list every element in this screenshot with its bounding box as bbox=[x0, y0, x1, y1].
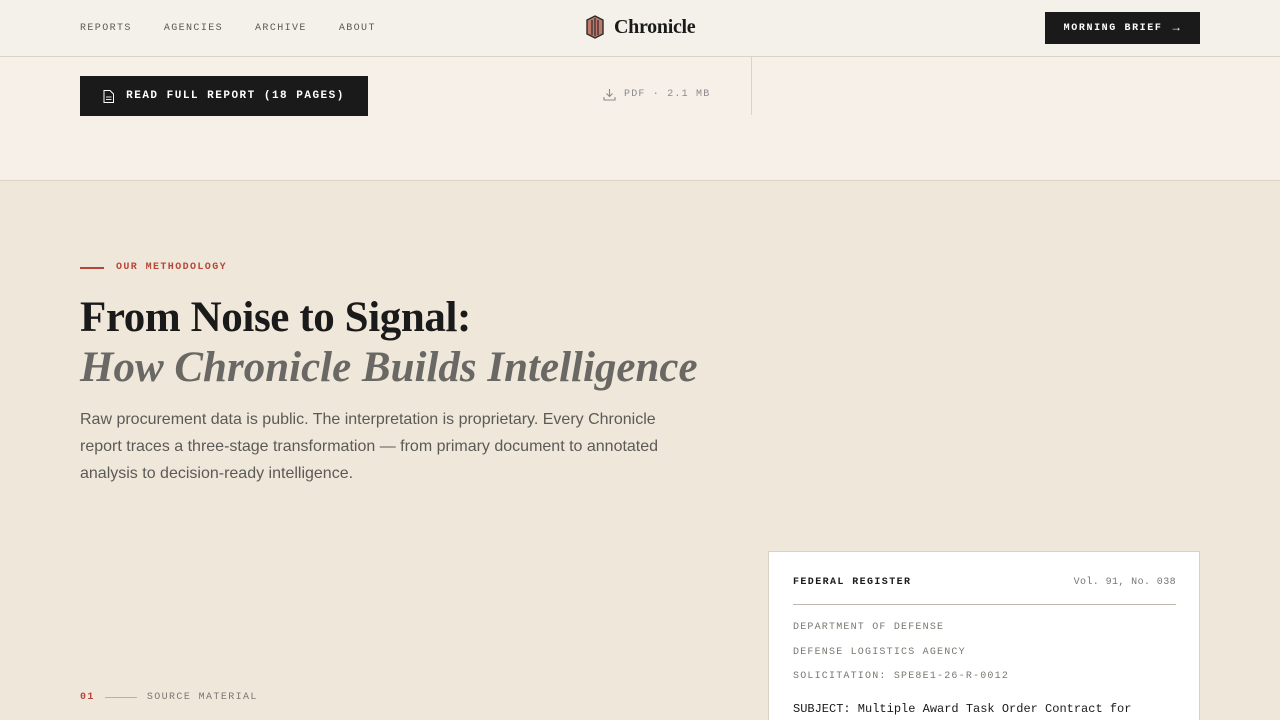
card-solicitation: SOLICITATION: SPE8E1-26-R-0012 bbox=[793, 671, 1010, 682]
federal-register-card: FEDERAL REGISTER Vol. 91, No. 038 DEPART… bbox=[768, 551, 1200, 720]
brand-logo[interactable]: Chronicle bbox=[586, 15, 696, 39]
step-divider bbox=[104, 697, 137, 698]
card-subject: SUBJECT: Multiple Award Task Order Contr… bbox=[793, 702, 1132, 716]
nav-reports[interactable]: REPORTS bbox=[80, 23, 132, 34]
morning-brief-button[interactable]: MORNING BRIEF → bbox=[1045, 12, 1200, 44]
read-full-report-label: READ FULL REPORT (18 PAGES) bbox=[126, 90, 345, 102]
card-title: FEDERAL REGISTER bbox=[793, 577, 912, 588]
report-actions-band: READ FULL REPORT (18 PAGES) PDF · 2.1 MB bbox=[0, 57, 1280, 181]
document-icon bbox=[103, 89, 115, 103]
methodology-lead: Raw procurement data is public. The inte… bbox=[80, 411, 659, 482]
pdf-download[interactable]: PDF · 2.1 MB bbox=[603, 88, 710, 101]
card-agency: DEFENSE LOGISTICS AGENCY bbox=[793, 647, 966, 658]
card-header: FEDERAL REGISTER Vol. 91, No. 038 bbox=[793, 577, 1176, 588]
vertical-divider bbox=[751, 57, 752, 115]
methodology-title: From Noise to Signal: bbox=[80, 294, 471, 341]
step-label: SOURCE MATERIAL bbox=[146, 692, 258, 703]
main-nav: REPORTS AGENCIES ARCHIVE ABOUT bbox=[80, 0, 408, 56]
step-source-material: 01 SOURCE MATERIAL bbox=[80, 692, 258, 703]
site-header: REPORTS AGENCIES ARCHIVE ABOUT Chronicle… bbox=[0, 0, 1280, 57]
nav-about[interactable]: ABOUT bbox=[339, 23, 376, 34]
methodology-subtitle: How Chronicle Builds Intelligence bbox=[80, 344, 698, 391]
morning-brief-label: MORNING BRIEF bbox=[1063, 22, 1163, 34]
pdf-meta-label: PDF · 2.1 MB bbox=[624, 89, 711, 100]
methodology-eyebrow: OUR METHODOLOGY bbox=[80, 262, 227, 273]
read-full-report-button[interactable]: READ FULL REPORT (18 PAGES) bbox=[80, 76, 368, 116]
download-icon bbox=[603, 89, 616, 101]
arrow-right-icon: → bbox=[1172, 21, 1182, 35]
card-department: DEPARTMENT OF DEFENSE bbox=[793, 622, 945, 633]
eyebrow-label: OUR METHODOLOGY bbox=[116, 262, 228, 273]
nav-agencies[interactable]: AGENCIES bbox=[164, 23, 223, 34]
nav-archive[interactable]: ARCHIVE bbox=[255, 23, 307, 34]
brand-name: Chronicle bbox=[614, 15, 696, 38]
card-divider bbox=[793, 604, 1176, 605]
chronicle-logo-icon bbox=[586, 15, 604, 39]
card-volume: Vol. 91, No. 038 bbox=[1073, 577, 1176, 588]
step-number: 01 bbox=[80, 692, 95, 703]
eyebrow-accent-bar bbox=[80, 266, 104, 269]
